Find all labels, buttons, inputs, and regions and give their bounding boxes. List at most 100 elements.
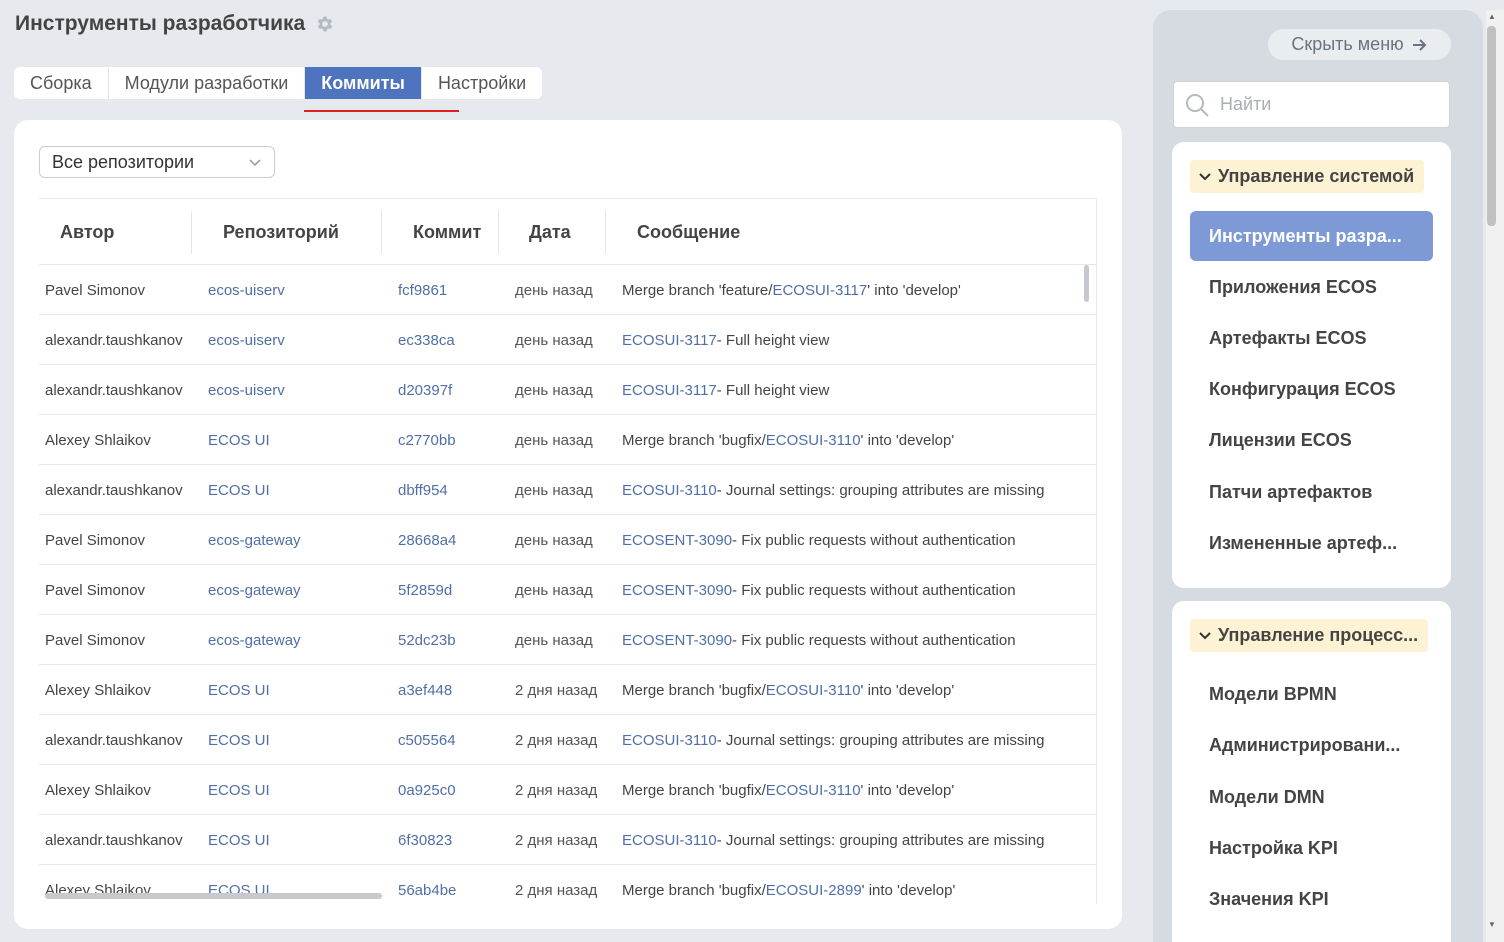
menu-group-title: Управление системой [1218, 166, 1415, 186]
hide-menu-button[interactable]: Скрыть меню [1268, 29, 1451, 60]
menu-group-header-system[interactable]: Управление системой [1190, 160, 1425, 193]
table-row[interactable]: alexandr.taushkanov ecos-uiserv ec338ca ден… [39, 315, 1096, 365]
table-row[interactable]: Pavel Simonov ecos-gateway 52dc23b день наз… [39, 615, 1096, 665]
issue-link[interactable]: ECOSUI-3117 [622, 332, 717, 349]
issue-link[interactable]: ECOSENT-3090 [622, 582, 732, 599]
issue-link[interactable]: ECOSUI-3117 [622, 382, 717, 399]
commit-hash-link[interactable]: 28668a4 [398, 515, 456, 565]
repository-link[interactable]: ECOS UI [208, 465, 270, 515]
table-horizontal-scrollbar[interactable] [45, 893, 382, 899]
author-cell: alexandr.taushkanov [45, 831, 183, 849]
issue-link[interactable]: ECOSUI-3110 [622, 832, 717, 849]
repository-link[interactable]: ecos-gateway [208, 515, 301, 565]
repository-link[interactable]: ecos-gateway [208, 615, 301, 665]
commit-hash-link[interactable]: fcf9861 [398, 265, 447, 315]
issue-link[interactable]: ECOSUI-2899 [766, 882, 862, 899]
message-suffix: ' into 'develop' [861, 881, 956, 899]
issue-link[interactable]: ECOSUI-3110 [766, 432, 861, 449]
column-header-date[interactable]: Дата [529, 199, 571, 265]
table-vertical-scrollbar[interactable] [1084, 265, 1089, 302]
commit-hash-link[interactable]: 0a925c0 [398, 765, 456, 815]
repository-link[interactable]: ECOS UI [208, 715, 270, 765]
repository-select-value: Все репозитории [52, 151, 195, 172]
column-divider[interactable] [498, 211, 499, 254]
commit-hash-link[interactable]: d20397f [398, 365, 452, 415]
issue-link[interactable]: ECOSENT-3090 [622, 632, 732, 649]
menu-item-dev-tools[interactable]: Инструменты разра... [1190, 211, 1433, 261]
menu-item-administration[interactable]: Администрировани... [1190, 720, 1433, 770]
commit-hash-link[interactable]: 6f30823 [398, 815, 452, 865]
date-cell: день назад [515, 481, 593, 499]
table-row[interactable]: alexandr.taushkanov ECOS UI dbff954 день на… [39, 465, 1096, 515]
chevron-down-icon [1199, 631, 1211, 639]
column-header-commit[interactable]: Коммит [413, 199, 481, 265]
issue-link[interactable]: ECOSUI-3110 [766, 682, 861, 699]
menu-item-artifact-patches[interactable]: Патчи артефактов [1190, 467, 1433, 517]
table-row[interactable]: Alexey Shlaikov ECOS UI c2770bb день назад M… [39, 415, 1096, 465]
issue-link[interactable]: ECOSUI-3110 [622, 482, 717, 499]
message-cell: Merge branch 'feature/ECOSUI-3117 ' into … [622, 265, 961, 315]
repository-link[interactable]: ecos-uiserv [208, 265, 285, 315]
table-row[interactable]: alexandr.taushkanov ECOS UI c505564 2 дня н… [39, 715, 1096, 765]
search-input[interactable] [1220, 94, 1440, 115]
page-scrollbar-thumb[interactable] [1487, 26, 1496, 226]
menu-item-kpi-settings[interactable]: Настройка KPI [1190, 823, 1433, 873]
commit-hash-link[interactable]: c505564 [398, 715, 456, 765]
menu-item-ecos-licenses[interactable]: Лицензии ECOS [1190, 415, 1433, 465]
message-suffix: - Journal settings: grouping attributes … [716, 481, 1045, 499]
message-suffix: - Fix public requests without authentica… [732, 581, 1016, 599]
tab-commits[interactable]: Коммиты [305, 67, 422, 99]
commit-hash-link[interactable]: ec338ca [398, 315, 455, 365]
table-row[interactable]: Alexey Shlaikov ECOS UI 0a925c0 2 дня назад… [39, 765, 1096, 815]
column-divider[interactable] [381, 211, 382, 254]
message-suffix: - Journal settings: grouping attributes … [716, 831, 1045, 849]
table-row[interactable]: alexandr.taushkanov ECOS UI 6f30823 2 дня н… [39, 815, 1096, 865]
commit-hash-link[interactable]: 5f2859d [398, 565, 452, 615]
menu-item-ecos-artifacts[interactable]: Артефакты ECOS [1190, 313, 1433, 363]
table-row[interactable]: Pavel Simonov ecos-uiserv fcf9861 день наза… [39, 265, 1096, 315]
scroll-up-arrow-icon[interactable]: ▲ [1488, 12, 1496, 21]
repository-link[interactable]: ECOS UI [208, 665, 270, 715]
repository-link[interactable]: ECOS UI [208, 765, 270, 815]
repository-link[interactable]: ecos-uiserv [208, 365, 285, 415]
gear-icon[interactable] [315, 14, 335, 34]
commit-hash-link[interactable]: c2770bb [398, 415, 456, 465]
menu-item-ecos-apps[interactable]: Приложения ECOS [1190, 262, 1433, 312]
tab-dev-modules[interactable]: Модули разработки [109, 67, 306, 99]
column-header-author[interactable]: Автор [60, 199, 114, 265]
commit-hash-link[interactable]: 56ab4be [398, 865, 456, 904]
issue-link[interactable]: ECOSUI-3117 [772, 282, 867, 299]
column-header-repository[interactable]: Репозиторий [223, 199, 339, 265]
column-divider[interactable] [605, 211, 606, 254]
menu-item-dmn-models[interactable]: Модели DMN [1190, 772, 1433, 822]
table-row[interactable]: Pavel Simonov ecos-gateway 28668a4 день наз… [39, 515, 1096, 565]
column-header-message[interactable]: Сообщение [637, 199, 740, 265]
commit-hash-link[interactable]: dbff954 [398, 465, 448, 515]
date-cell: день назад [515, 331, 593, 349]
table-row[interactable]: alexandr.taushkanov ecos-uiserv d20397f ден… [39, 365, 1096, 415]
table-row[interactable]: Pavel Simonov ecos-gateway 5f2859d день наз… [39, 565, 1096, 615]
menu-item-kpi-values[interactable]: Значения KPI [1190, 874, 1433, 924]
repository-select[interactable]: Все репозитории [39, 146, 275, 178]
table-row[interactable]: Alexey Shlaikov ECOS UI a3ef448 2 дня назад… [39, 665, 1096, 715]
menu-item-bpmn-models[interactable]: Модели BPMN [1190, 669, 1433, 719]
issue-link[interactable]: ECOSUI-3110 [766, 782, 861, 799]
commit-hash-link[interactable]: 52dc23b [398, 615, 456, 665]
message-cell: ECOSENT-3090 - Fix public requests witho… [622, 565, 1016, 615]
tab-settings[interactable]: Настройки [422, 67, 542, 99]
repository-link[interactable]: ECOS UI [208, 415, 270, 465]
commit-hash-link[interactable]: a3ef448 [398, 665, 452, 715]
repository-link[interactable]: ECOS UI [208, 815, 270, 865]
issue-link[interactable]: ECOSUI-3110 [622, 732, 717, 749]
column-divider[interactable] [191, 211, 192, 254]
repository-link[interactable]: ecos-gateway [208, 565, 301, 615]
menu-item-changed-artifacts[interactable]: Измененные артеф... [1190, 518, 1433, 568]
scroll-down-arrow-icon[interactable]: ▼ [1488, 920, 1496, 929]
menu-item-ecos-config[interactable]: Конфигурация ECOS [1190, 364, 1433, 414]
issue-link[interactable]: ECOSENT-3090 [622, 532, 732, 549]
repository-link[interactable]: ecos-uiserv [208, 315, 285, 365]
tab-build[interactable]: Сборка [14, 67, 109, 99]
menu-group-header-processes[interactable]: Управление процесс... [1190, 619, 1429, 652]
message-cell: ECOSUI-3110 - Journal settings: grouping… [622, 815, 1044, 865]
message-suffix: - Fix public requests without authentica… [732, 631, 1016, 649]
